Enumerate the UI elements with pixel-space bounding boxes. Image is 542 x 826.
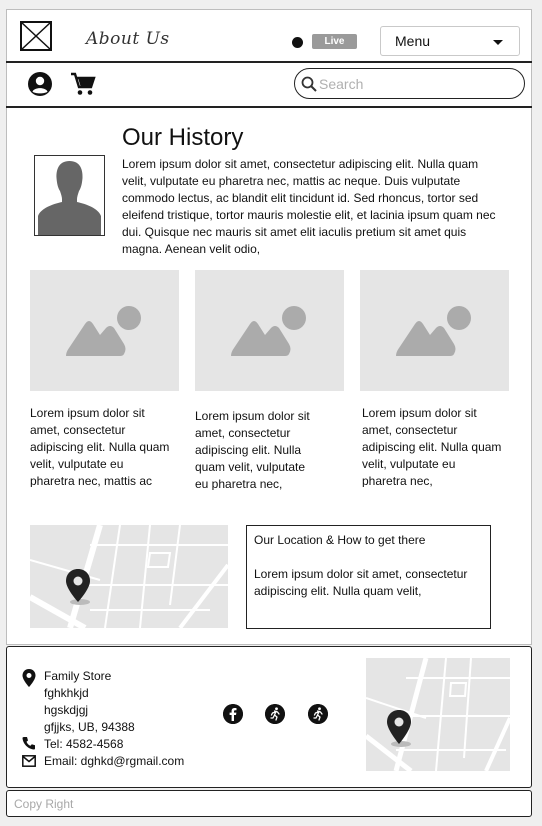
person-silhouette-icon <box>38 161 101 235</box>
map-graphic <box>366 658 510 771</box>
live-indicator-dot <box>292 37 303 48</box>
image-placeholder <box>195 270 344 391</box>
search-icon <box>301 76 317 92</box>
runner-icon[interactable] <box>265 704 285 724</box>
address-line-2: hgskdjgj <box>44 703 89 717</box>
mail-icon <box>22 755 36 767</box>
profile-photo-placeholder <box>34 155 105 236</box>
history-body: Lorem ipsum dolor sit amet, consectetur … <box>122 157 496 256</box>
image-icon <box>396 306 471 356</box>
phone-number[interactable]: Tel: 4582-4568 <box>44 736 123 753</box>
image-placeholder <box>360 270 509 391</box>
location-pin-icon <box>22 669 36 687</box>
location-map[interactable] <box>30 525 228 628</box>
location-heading: Our Location & How to get there <box>254 533 426 547</box>
card-text: Lorem ipsum dolor sit amet, consectetur … <box>195 409 310 490</box>
logo-placeholder-icon[interactable] <box>20 21 52 51</box>
search-input[interactable] <box>319 75 514 93</box>
facebook-icon[interactable] <box>223 704 243 724</box>
history-title: Our History <box>122 124 244 151</box>
chevron-down-icon <box>493 40 503 45</box>
footer: Family Store fghkhkjd hgskdjgj gfjjks, U… <box>6 646 532 788</box>
image-icon <box>66 306 141 356</box>
image-placeholder <box>30 270 179 391</box>
phone-icon <box>22 737 35 750</box>
card-text: Lorem ipsum dolor sit amet, consectetur … <box>362 406 502 487</box>
live-badge: Live <box>312 34 357 49</box>
address-line-3: gfjjks, UB, 94388 <box>44 720 135 734</box>
card-text: Lorem ipsum dolor sit amet, consectetur … <box>30 406 170 487</box>
account-icon[interactable] <box>27 71 53 97</box>
location-body: Lorem ipsum dolor sit amet, consectetur … <box>254 567 468 598</box>
image-icon <box>231 306 306 356</box>
email-address[interactable]: Email: dghkd@rgmail.com <box>44 753 184 770</box>
toolbar <box>6 63 532 108</box>
cart-icon[interactable] <box>70 71 96 97</box>
copyright: Copy Right <box>6 790 532 817</box>
map-pin-icon <box>66 569 90 605</box>
header: About Us Live Menu <box>6 9 532 63</box>
address-line-1: fghkhkjd <box>44 686 89 700</box>
footer-map[interactable] <box>366 658 510 771</box>
menu-label: Menu <box>395 33 431 49</box>
location-info: Our Location & How to get there Lorem ip… <box>246 525 491 629</box>
menu-dropdown[interactable]: Menu <box>380 26 520 56</box>
runner-icon[interactable] <box>308 704 328 724</box>
store-name: Family Store <box>44 669 112 683</box>
map-graphic <box>30 525 228 628</box>
search-box[interactable] <box>294 68 525 99</box>
map-pin-icon <box>387 710 411 747</box>
page-heading: About Us <box>86 29 170 49</box>
